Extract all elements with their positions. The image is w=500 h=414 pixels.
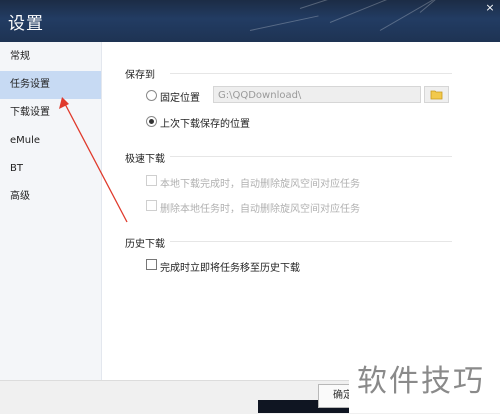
fixed-location-radio[interactable]	[146, 90, 157, 101]
settings-content: 保存到 固定位置 G:\QQDownload\ 上次下载保存的位置 极速下载 本…	[102, 42, 500, 380]
auto-delete-on-remove-checkbox[interactable]	[146, 200, 157, 211]
move-to-history-checkbox[interactable]	[146, 259, 157, 270]
auto-delete-on-complete-checkbox[interactable]	[146, 175, 157, 186]
sidebar-item-download-settings[interactable]: 下载设置	[0, 99, 101, 127]
last-location-label: 上次下载保存的位置	[160, 119, 250, 130]
browse-folder-button[interactable]	[424, 86, 449, 103]
window-title: 设置	[8, 14, 44, 34]
folder-icon	[430, 90, 443, 100]
settings-sidebar: 常规 任务设置 下载设置 eMule BT 高级	[0, 42, 102, 380]
speed-download-heading: 极速下载	[125, 154, 165, 165]
section-divider	[170, 73, 452, 74]
download-path-field[interactable]: G:\QQDownload\	[213, 86, 421, 103]
section-divider	[170, 156, 452, 157]
fixed-location-label: 固定位置	[160, 93, 200, 104]
sidebar-item-emule[interactable]: eMule	[0, 127, 101, 155]
title-bar: 设置 ×	[0, 0, 500, 42]
sidebar-item-general[interactable]: 常规	[0, 42, 101, 71]
close-icon[interactable]: ×	[483, 1, 497, 15]
last-location-radio[interactable]	[146, 116, 157, 127]
move-to-history-label: 完成时立即将任务移至历史下载	[160, 263, 300, 274]
sidebar-item-task-settings[interactable]: 任务设置	[0, 71, 101, 99]
sidebar-item-advanced[interactable]: 高级	[0, 183, 101, 211]
section-divider	[170, 241, 452, 242]
history-download-heading: 历史下载	[125, 239, 165, 250]
sidebar-item-bt[interactable]: BT	[0, 155, 101, 183]
auto-delete-on-complete-label: 本地下载完成时，自动删除旋风空间对应任务	[160, 179, 360, 190]
save-to-heading: 保存到	[125, 70, 155, 81]
auto-delete-on-remove-label: 删除本地任务时，自动删除旋风空间对应任务	[160, 204, 360, 215]
watermark-text: 软件技巧	[357, 364, 485, 399]
watermark: 软件技巧	[349, 338, 500, 413]
